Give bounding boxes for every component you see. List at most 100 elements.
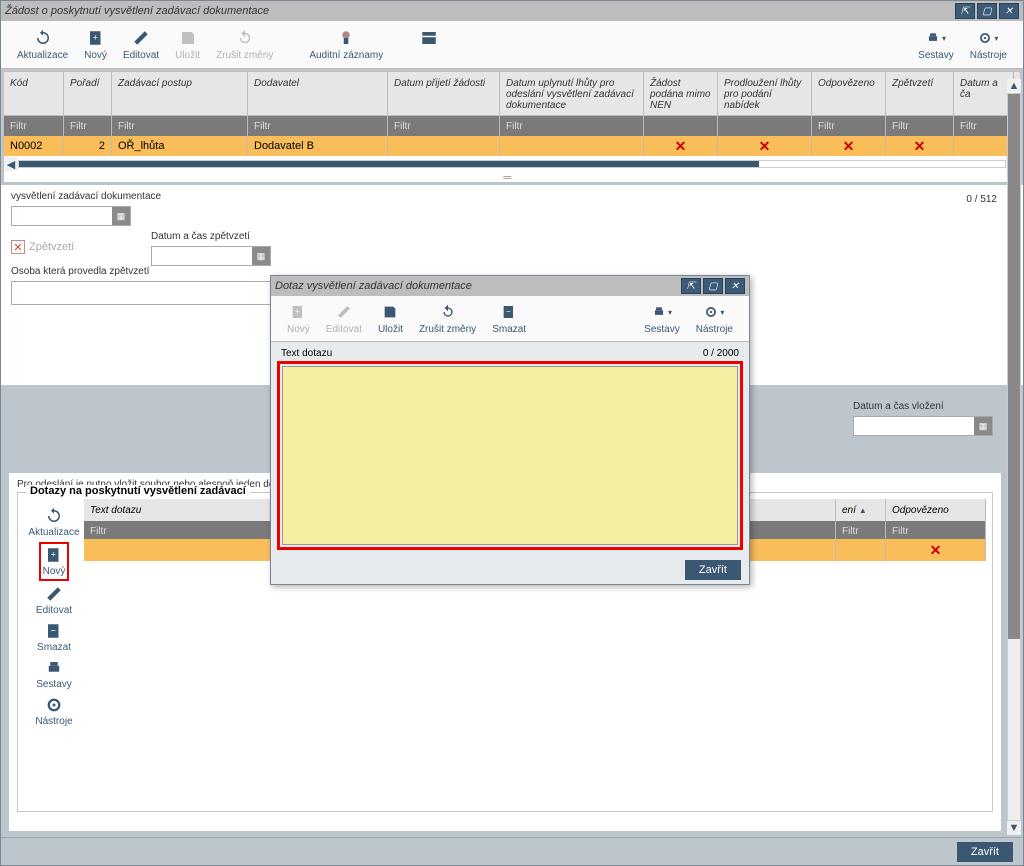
th-order[interactable]: Pořadí [64,72,112,115]
modal-save-button[interactable]: Uložit [370,300,411,337]
modal-edit-button: Editovat [318,300,370,337]
cell-answered: ✕ [812,136,886,156]
side-toolbar: Aktualizace + Nový Editovat − Smazat [24,499,84,805]
side-reports-button[interactable]: Sestavy [34,657,74,692]
modal-tools-button[interactable]: ▾ Nástroje [688,300,741,337]
scroll-thumb[interactable] [19,161,759,167]
modal-maximize-button[interactable]: ▢ [703,278,723,294]
panel-icon [419,28,439,48]
filter-cell[interactable]: Filtr [4,116,64,136]
side-refresh-button[interactable]: Aktualizace [26,505,81,540]
modal-close-button[interactable]: Zavřít [685,560,741,580]
modal-counter-row: Text dotazu 0 / 2000 [277,348,743,359]
filter-cell[interactable]: Filtr [500,116,644,136]
th-procedure[interactable]: Zadávací postup [112,72,248,115]
filter-cell[interactable]: Filtr [954,116,1014,136]
calendar-icon[interactable]: ▦ [974,417,992,435]
highlight-box [277,361,743,550]
undo-icon [235,28,255,48]
filter-cell[interactable]: Filtr [64,116,112,136]
table-row[interactable]: N0002 2 OŘ_lhůta Dodavatel B ✕ ✕ ✕ ✕ [4,136,1020,156]
label-date-insert: Datum a čas vložení [853,401,993,412]
scroll-down-icon[interactable]: ▼ [1007,821,1021,835]
filter-cell[interactable]: Filtr [248,116,388,136]
inner-cell-ins [836,539,886,561]
close-window-button[interactable]: ✕ [999,3,1019,19]
th-deadline[interactable]: Datum uplynutí lhůty pro odeslání vysvět… [500,72,644,115]
refresh-icon [33,28,53,48]
svg-text:−: − [506,307,511,316]
show-button[interactable] [411,26,447,63]
side-tools-button[interactable]: Nástroje [33,694,74,729]
th-datetime[interactable]: Datum a ča [954,72,1014,115]
main-titlebar: Žádost o poskytnutí vysvětlení zadávací … [1,1,1023,21]
filter-cell[interactable]: Filtr [886,521,986,541]
main-toolbar: Aktualizace + Nový Editovat Uložit Zruši… [1,21,1023,69]
modal-cancel-button[interactable]: Zrušit změny [411,300,484,337]
inner-th-answered[interactable]: Odpovězeno [886,499,986,521]
refresh-button[interactable]: Aktualizace [9,26,76,63]
th-supplier[interactable]: Dodavatel [248,72,388,115]
modal-delete-button[interactable]: − Smazat [484,300,534,337]
pin-button[interactable]: ⇱ [955,3,975,19]
th-answered[interactable]: Odpovězeno [812,72,886,115]
modal-body: Text dotazu 0 / 2000 [271,342,749,556]
label-withdrawn: Zpětvzetí [29,241,74,253]
vscroll-track[interactable] [1007,93,1021,821]
save-icon [178,28,198,48]
filter-row: Filtr Filtr Filtr Filtr Filtr Filtr Filt… [4,116,1020,136]
label-explain: vysvětlení zadávací dokumentace [11,191,271,202]
query-modal: Dotaz vysvětlení zadávací dokumentace ⇱ … [270,275,750,585]
x-icon: ✕ [759,138,771,155]
filter-cell[interactable] [718,116,812,136]
side-edit-button[interactable]: Editovat [34,583,74,618]
checkbox-withdrawn[interactable]: ✕ [11,240,25,254]
side-new-button[interactable]: + Nový [39,542,70,581]
audit-button[interactable]: Auditní záznamy [301,26,391,63]
vertical-scrollbar[interactable]: ▲ ▼ [1007,79,1021,835]
label-date-withdraw: Datum a čas zpětvzetí [151,231,351,242]
print-icon: ▾ [926,28,946,48]
new-button[interactable]: + Nový [76,26,115,63]
cell-datetime [954,136,1014,156]
inner-cell-answered: ✕ [886,539,986,561]
scroll-left-icon[interactable]: ◀ [4,157,18,171]
side-delete-button[interactable]: − Smazat [35,620,73,655]
horizontal-scrollbar[interactable]: ◀ ▶ [4,156,1020,172]
inner-th-ins[interactable]: ení▲ [836,499,886,521]
calendar-icon[interactable]: ▦ [252,247,270,265]
date-input-withdraw[interactable]: ▦ [151,246,271,266]
date-input-deadline[interactable]: ▦ [11,206,131,226]
modal-close-window-button[interactable]: ✕ [725,278,745,294]
main-close-button[interactable]: Zavřít [957,842,1013,862]
query-text-input[interactable] [282,366,738,545]
modal-new-button: + Nový [279,300,318,337]
filter-cell[interactable]: Filtr [812,116,886,136]
calendar-icon[interactable]: ▦ [112,207,130,225]
modal-pin-button[interactable]: ⇱ [681,278,701,294]
filter-cell[interactable]: Filtr [388,116,500,136]
th-date-received[interactable]: Datum přijetí žádosti [388,72,500,115]
th-withdrawn[interactable]: Zpětvzetí [886,72,954,115]
scroll-up-icon[interactable]: ▲ [1007,79,1021,93]
maximize-button[interactable]: ▢ [977,3,997,19]
reports-button[interactable]: ▾ Sestavy [910,26,962,63]
filter-cell[interactable]: Filtr [836,521,886,541]
modal-reports-button[interactable]: ▾ Sestavy [636,300,688,337]
edit-button[interactable]: Editovat [115,26,167,63]
filter-cell[interactable] [644,116,718,136]
x-icon: ✕ [914,138,926,155]
collapse-handle[interactable]: ═⮟ [4,172,1020,182]
th-code[interactable]: Kód [4,72,64,115]
vscroll-thumb[interactable] [1008,94,1020,639]
undo-icon [438,302,458,322]
cell-extend: ✕ [718,136,812,156]
th-outside-nen[interactable]: Žádost podána mimo NEN [644,72,718,115]
th-extend[interactable]: Prodloužení lhůty pro podání nabídek [718,72,812,115]
scroll-track[interactable] [18,160,1006,168]
filter-cell[interactable]: Filtr [886,116,954,136]
filter-cell[interactable]: Filtr [112,116,248,136]
date-input-insert[interactable]: ▦ [853,416,993,436]
tools-button[interactable]: ▾ Nástroje [962,26,1015,63]
cancel-button: Zrušit změny [208,26,281,63]
